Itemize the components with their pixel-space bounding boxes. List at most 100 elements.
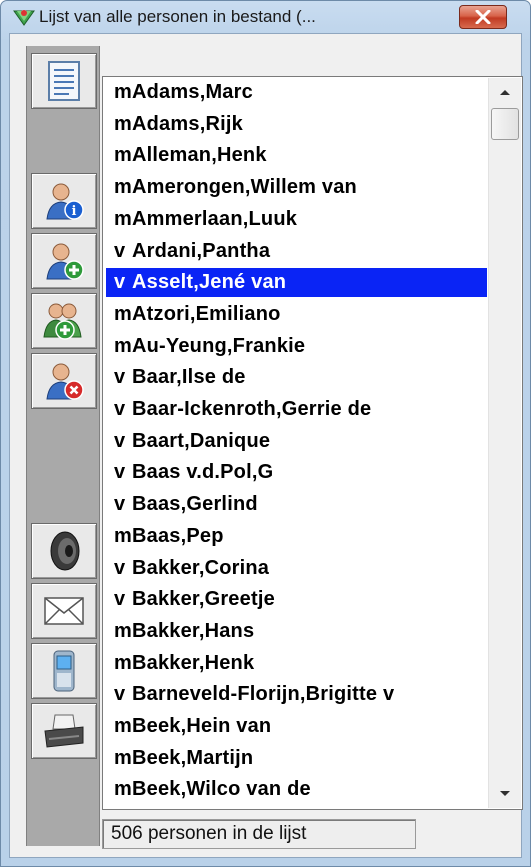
person-add-icon xyxy=(46,243,84,280)
person-name: Baar-Ickenroth,Gerrie de xyxy=(132,398,372,420)
list-item[interactable]: v Baar-Ickenroth,Gerrie de xyxy=(106,395,487,424)
person-name: Atzori,Emiliano xyxy=(132,302,281,325)
speaker-icon xyxy=(50,531,80,571)
person-name: Baas,Pep xyxy=(132,524,224,547)
printer-icon xyxy=(44,714,84,748)
list-item[interactable]: mAmmerlaan,Luuk xyxy=(106,205,487,234)
list-item[interactable]: v Baas v.d.Pol,G xyxy=(106,458,487,487)
list-item[interactable]: mAmerongen,Willem van xyxy=(106,173,487,202)
gender-marker: m xyxy=(114,778,132,801)
gender-marker: m xyxy=(114,207,132,230)
gender-marker: m xyxy=(114,651,132,674)
person-add-button[interactable] xyxy=(31,233,97,289)
person-name: Adams,Marc xyxy=(132,81,253,103)
list-item[interactable]: mAdams,Rijk xyxy=(106,110,487,139)
person-delete-icon xyxy=(46,363,84,400)
vertical-scrollbar[interactable] xyxy=(488,78,521,808)
person-name: Bakker,Henk xyxy=(132,651,255,674)
print-button[interactable] xyxy=(31,703,97,759)
gender-marker: v xyxy=(114,239,126,262)
close-button[interactable] xyxy=(459,5,507,29)
gender-marker: m xyxy=(114,81,132,103)
person-name: Bakker,Hans xyxy=(132,619,255,642)
list-item[interactable]: mBeek,Martijn xyxy=(106,744,487,773)
list-item[interactable]: mBakker,Henk xyxy=(106,649,487,678)
gender-marker: m xyxy=(114,715,132,737)
person-name: Baas v.d.Pol,G xyxy=(132,461,274,484)
person-name: Bakker,Greetje xyxy=(132,588,275,611)
scroll-down-icon[interactable] xyxy=(489,778,521,808)
side-toolbar: i xyxy=(26,46,100,846)
speaker-button[interactable] xyxy=(31,523,97,579)
person-name: Asselt,Jené van xyxy=(132,271,287,294)
person-name: Baart,Danique xyxy=(132,429,271,452)
gender-marker: m xyxy=(114,619,132,642)
gender-marker: m xyxy=(114,334,132,357)
scroll-thumb[interactable] xyxy=(491,108,519,140)
list-item[interactable]: mBaas,Pep xyxy=(106,522,487,551)
gender-marker: v xyxy=(114,271,126,294)
email-button[interactable] xyxy=(31,583,97,639)
list-item[interactable]: v Baart,Danique xyxy=(106,427,487,456)
close-icon xyxy=(475,10,491,24)
gender-marker: m xyxy=(114,176,132,199)
list-item[interactable]: v Bakker,Corina xyxy=(106,554,487,583)
gender-marker: v xyxy=(114,683,126,706)
list-item[interactable]: v Asselt,Jené van xyxy=(106,268,487,298)
person-name: Bakker,Corina xyxy=(132,556,270,579)
gender-marker: m xyxy=(114,144,132,167)
list-item[interactable]: v Ardani,Pantha xyxy=(106,237,487,266)
person-name: Adams,Rijk xyxy=(132,112,243,135)
list-item[interactable]: mBeek,Hein van xyxy=(106,712,487,741)
person-listbox[interactable]: mAdams,Marc mAdams,Rijk mAlleman,Henk mAmer… xyxy=(102,76,523,810)
gender-marker: m xyxy=(114,524,132,547)
svg-text:i: i xyxy=(72,204,77,219)
person-name: Alleman,Henk xyxy=(132,144,267,167)
group-add-button[interactable] xyxy=(31,293,97,349)
person-name: Baar,Ilse de xyxy=(132,366,246,389)
list-document-button[interactable] xyxy=(31,53,97,109)
person-name: Ardani,Pantha xyxy=(132,239,271,262)
person-info-icon: i xyxy=(46,183,84,220)
app-logo-icon xyxy=(13,10,35,26)
person-name: Ammerlaan,Luuk xyxy=(132,207,298,230)
person-name: Beek,Wilco van de xyxy=(132,778,311,801)
mobile-phone-icon xyxy=(53,650,75,692)
list-item[interactable]: v Barneveld-Florijn,Brigitte v xyxy=(106,680,487,709)
person-name: Baas,Gerlind xyxy=(132,493,258,516)
person-name: Beek,Martijn xyxy=(132,746,254,769)
list-item[interactable]: mAdams,Marc xyxy=(106,78,487,107)
envelope-icon xyxy=(44,597,84,625)
scroll-up-icon[interactable] xyxy=(489,78,521,108)
list-item[interactable]: v Baar,Ilse de xyxy=(106,363,487,392)
gender-marker: m xyxy=(114,746,132,769)
person-name: Au-Yeung,Frankie xyxy=(132,334,306,357)
gender-marker: m xyxy=(114,302,132,325)
list-item[interactable]: mAu-Yeung,Frankie xyxy=(106,332,487,361)
title-bar[interactable]: Lijst van alle personen in bestand (... xyxy=(1,1,530,33)
group-add-icon xyxy=(43,303,82,340)
list-item[interactable]: v Baas,Gerlind xyxy=(106,490,487,519)
person-name: Amerongen,Willem van xyxy=(132,176,357,199)
gender-marker: m xyxy=(114,112,132,135)
list-item[interactable]: v Bakker,Greetje xyxy=(106,585,487,614)
list-item[interactable]: mBakker,Hans xyxy=(106,617,487,646)
list-item[interactable]: mAlleman,Henk xyxy=(106,141,487,170)
gender-marker: v xyxy=(114,366,126,389)
gender-marker: v xyxy=(114,429,126,452)
gender-marker: v xyxy=(114,556,126,579)
mobile-phone-button[interactable] xyxy=(31,643,97,699)
person-info-button[interactable]: i xyxy=(31,173,97,229)
person-delete-button[interactable] xyxy=(31,353,97,409)
list-item[interactable]: mAtzori,Emiliano xyxy=(106,300,487,329)
person-name: Barneveld-Florijn,Brigitte v xyxy=(132,683,395,706)
window-title: Lijst van alle personen in bestand (... xyxy=(39,7,316,26)
list-item[interactable]: mBeek,Wilco van de xyxy=(106,775,487,804)
gender-marker: v xyxy=(114,493,126,516)
person-name: Beek,Hein van xyxy=(132,715,272,737)
app-window: Lijst van alle personen in bestand (... xyxy=(0,0,531,867)
list-document-icon xyxy=(48,61,80,101)
gender-marker: v xyxy=(114,461,126,484)
status-bar: 506 personen in de lijst xyxy=(102,819,416,849)
person-list: mAdams,Marc mAdams,Rijk mAlleman,Henk mAmer… xyxy=(104,78,487,808)
